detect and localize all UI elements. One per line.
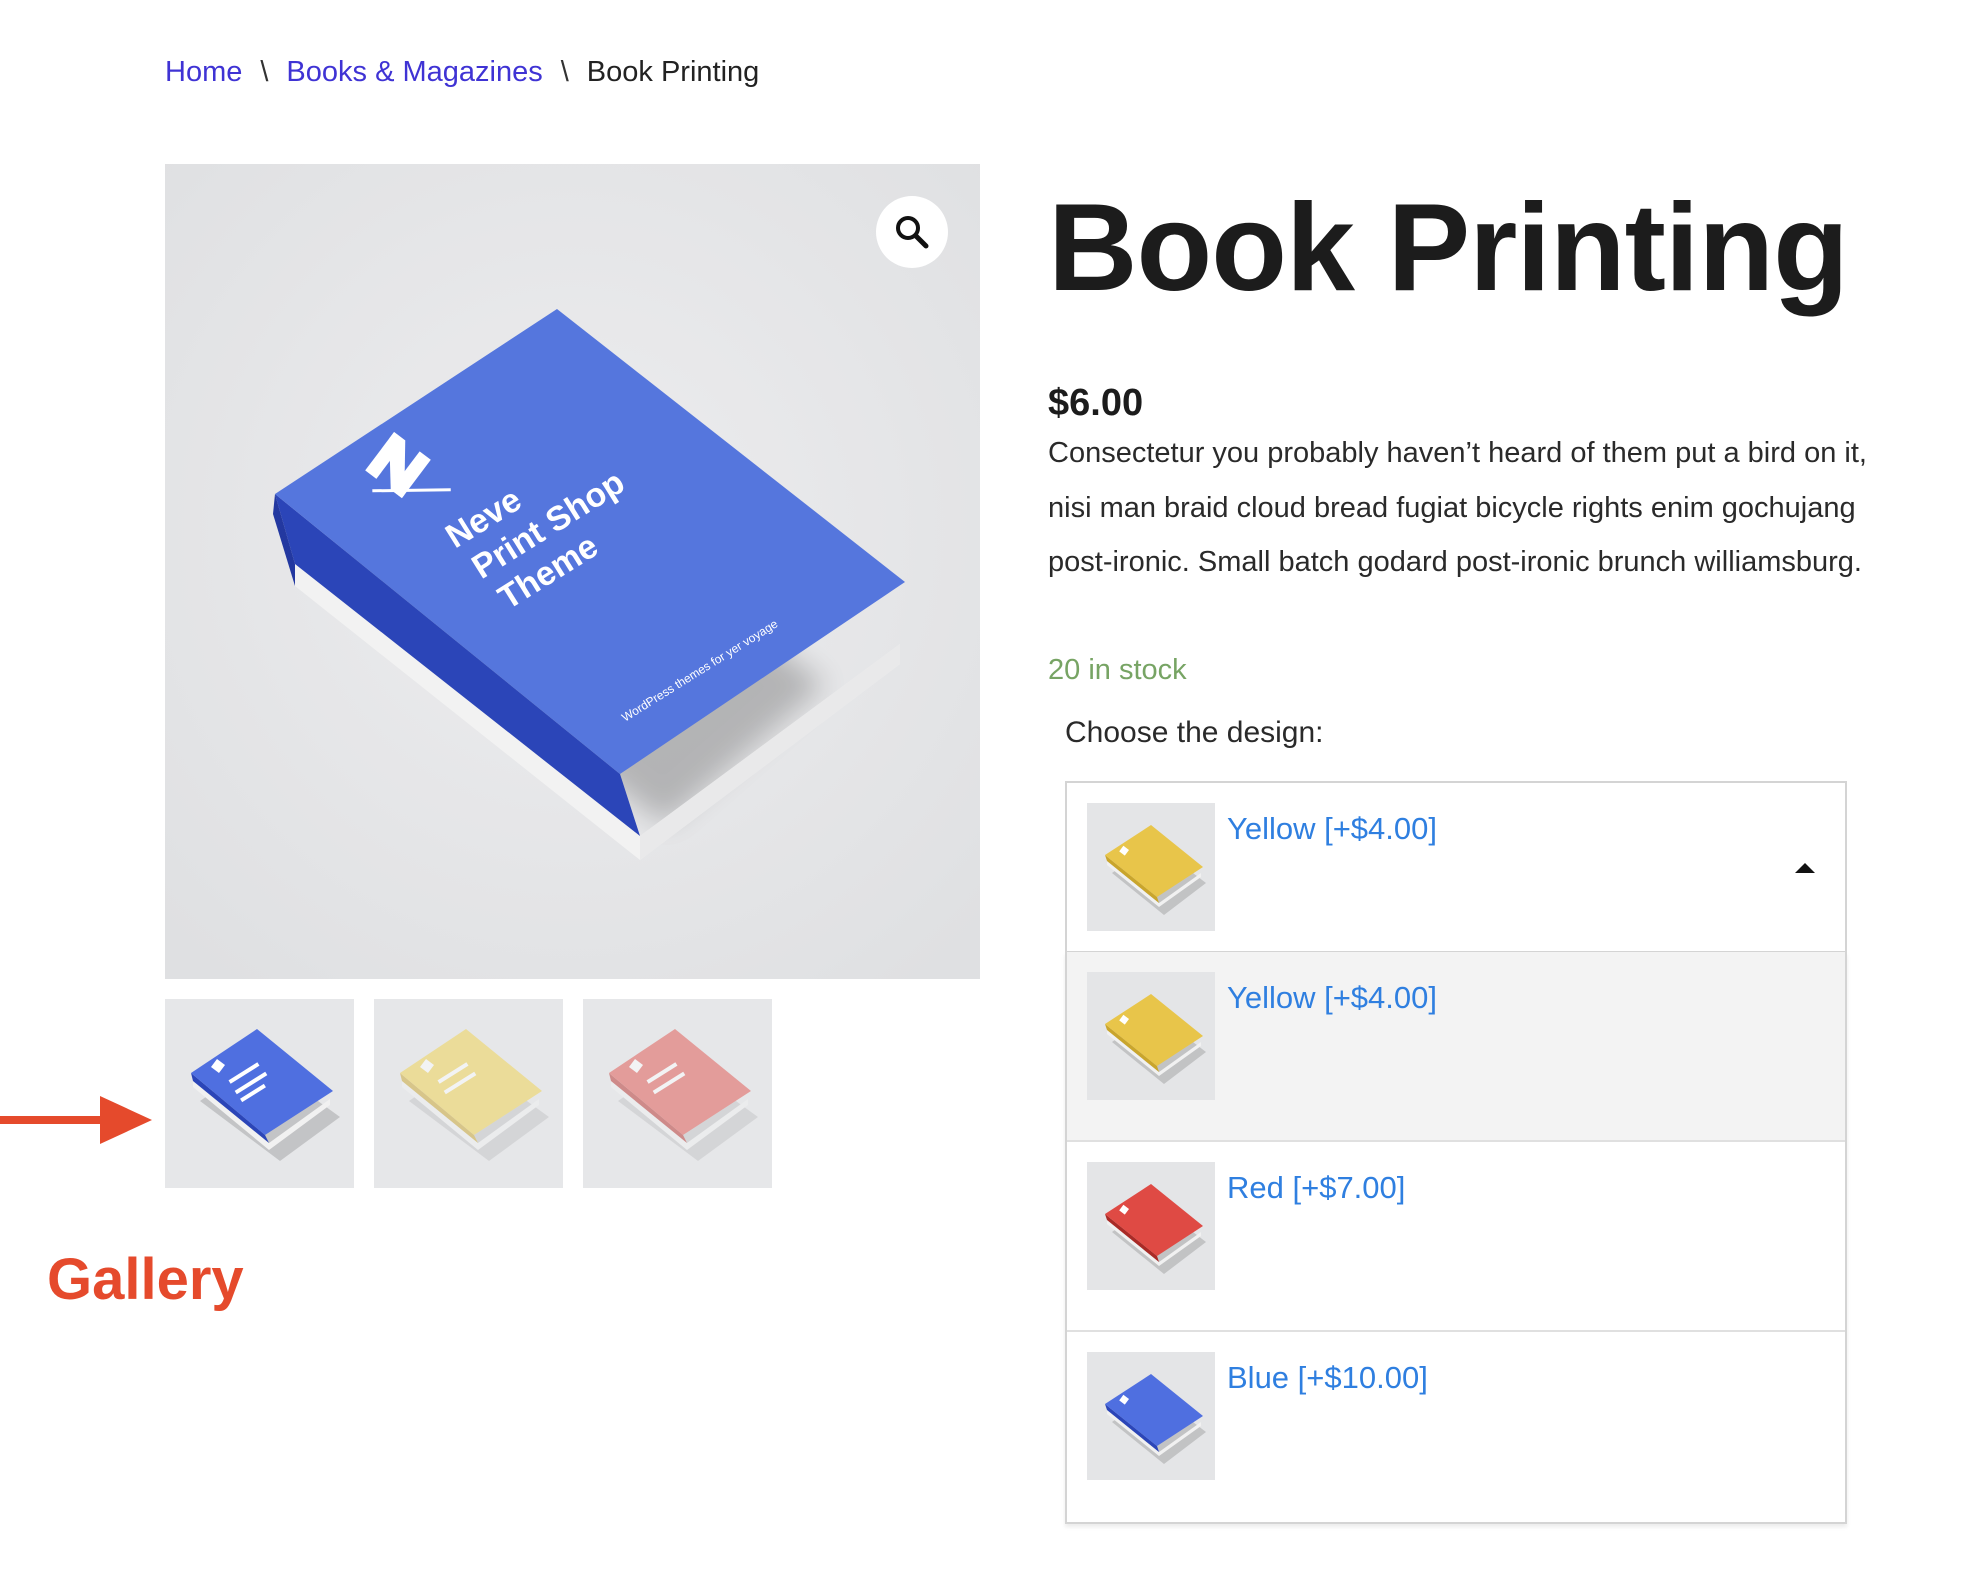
zoom-button[interactable] — [876, 196, 948, 268]
dropdown-option-yellow[interactable]: Yellow [+$4.00] — [1067, 952, 1845, 1142]
book-thumbnail-image — [1105, 1374, 1206, 1464]
book-thumbnail-image — [1105, 825, 1206, 915]
breadcrumb-separator: \ — [260, 56, 269, 88]
book-thumbnail-image — [191, 1029, 340, 1161]
book-thumbnail-image — [1105, 994, 1206, 1084]
product-description: Consectetur you probably haven’t heard o… — [1048, 437, 1867, 578]
option-thumbnail-red — [1087, 1162, 1215, 1290]
option-thumbnail-yellow — [1087, 803, 1215, 931]
dropdown-option-blue[interactable]: Blue [+$10.00] — [1067, 1332, 1845, 1522]
breadcrumb-home-link[interactable]: Home — [165, 56, 242, 88]
arrow-right-icon — [0, 1096, 152, 1144]
dropdown-option-red[interactable]: Red [+$7.00] — [1067, 1142, 1845, 1332]
design-dropdown-list: Yellow [+$4.00] Red [+$7.00] Blue [+$10.… — [1065, 952, 1847, 1524]
gallery-thumbnail-yellow[interactable] — [374, 999, 563, 1188]
magnifier-icon — [896, 216, 929, 249]
option-thumbnail-yellow — [1087, 972, 1215, 1100]
variation-label: Choose the design: — [1065, 716, 1324, 749]
breadcrumb-category-link[interactable]: Books & Magazines — [286, 56, 542, 88]
dropdown-option-label: Blue [+$10.00] — [1227, 1360, 1428, 1395]
breadcrumb-separator: \ — [560, 56, 569, 88]
gallery-annotation-label: Gallery — [47, 1247, 244, 1312]
gallery-thumbnail-blue[interactable] — [165, 999, 354, 1188]
option-thumbnail-blue — [1087, 1352, 1215, 1480]
dropdown-option-label: Yellow [+$4.00] — [1227, 980, 1437, 1015]
breadcrumb-current: Book Printing — [586, 56, 760, 88]
book-thumbnail-image — [1105, 1184, 1206, 1274]
breadcrumb: Home \ Books & Magazines \ Book Printing — [165, 52, 759, 92]
book-thumbnail-image — [400, 1029, 549, 1161]
gallery-thumbnail-red[interactable] — [583, 999, 772, 1188]
product-price: $6.00 — [1048, 382, 1144, 424]
book-cover-image: Neve Print Shop Theme WordPress themes f… — [165, 164, 980, 979]
dropdown-option-label: Red [+$7.00] — [1227, 1170, 1406, 1205]
product-title: Book Printing — [1048, 179, 1849, 317]
design-select[interactable]: Yellow [+$4.00] — [1065, 781, 1847, 953]
selected-option-label: Yellow [+$4.00] — [1227, 811, 1437, 846]
stock-status: 20 in stock — [1048, 654, 1187, 686]
caret-up-icon — [1795, 863, 1815, 873]
book-thumbnail-image — [609, 1029, 758, 1161]
main-product-image[interactable]: Neve Print Shop Theme WordPress themes f… — [165, 164, 980, 979]
